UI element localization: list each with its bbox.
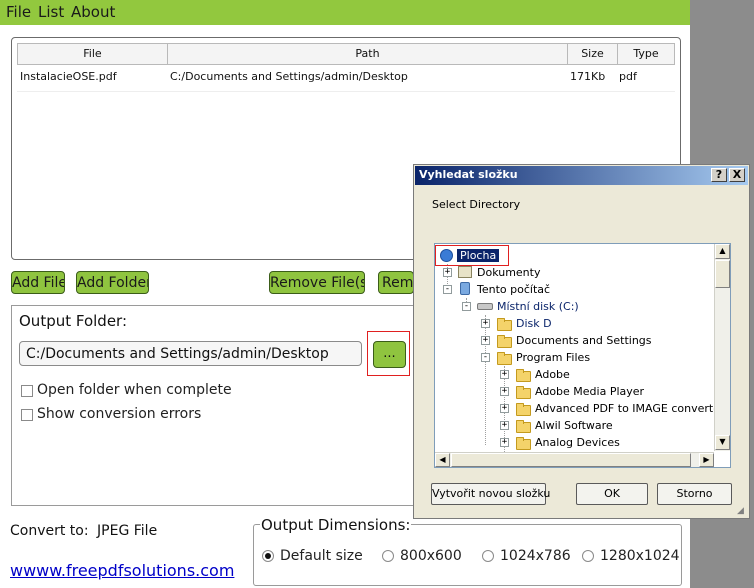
radio-800x600-label: 800x600 [400,548,462,564]
convert-to: Convert to: JPEG File [10,523,157,539]
new-folder-button[interactable]: Vytvořit novou složku [431,483,550,505]
browse-button[interactable]: ... [373,341,406,368]
folder-icon [497,318,512,331]
menu-file[interactable]: File [6,3,31,21]
computer-icon [460,282,470,295]
expand-icon[interactable]: + [481,336,490,345]
cell-file: InstalacieOSE.pdf [20,70,117,83]
expand-icon[interactable]: + [500,421,509,430]
radio-default-size-label: Default size [280,548,363,564]
desktop-icon [440,249,453,262]
output-folder-input[interactable]: C:/Documents and Settings/admin/Desktop [19,341,362,366]
expand-icon[interactable]: + [500,387,509,396]
tree-item-alwil-software[interactable]: Alwil Software [535,419,613,432]
folder-icon [516,437,531,450]
column-header-size[interactable]: Size [567,43,618,65]
tree-item-disk-d[interactable]: Disk D [516,317,552,330]
open-folder-checkbox[interactable] [21,385,33,397]
close-button[interactable]: X [729,168,745,182]
vertical-scrollbar[interactable]: ▲ ▼ [714,244,730,451]
show-errors-checkbox[interactable] [21,409,33,421]
radio-1280x1024-label: 1280x1024 [600,548,680,564]
remove-all-button[interactable]: Remo [378,271,414,294]
cell-type: pdf [619,70,637,83]
folder-icon [497,335,512,348]
row-divider [17,91,675,92]
menu-list[interactable]: List [38,3,64,21]
scroll-right-icon[interactable]: ▶ [699,453,714,467]
dialog-title: Vyhledat složku [419,168,518,181]
scroll-up-icon[interactable]: ▲ [715,244,730,259]
output-dimensions-title: Output Dimensions: [260,516,412,534]
radio-1024x786[interactable] [482,550,494,562]
collapse-icon[interactable]: - [462,302,471,311]
scroll-thumb[interactable] [715,260,730,288]
remove-files-button[interactable]: Remove File(s) [269,271,365,294]
tree-item-dokumenty[interactable]: Dokumenty [477,266,540,279]
cell-path: C:/Documents and Settings/admin/Desktop [170,70,408,83]
website-link[interactable]: wwww.freepdfsolutions.com [10,561,234,580]
expand-icon[interactable]: + [481,319,490,328]
collapse-icon[interactable]: - [443,285,452,294]
drive-icon [477,303,493,310]
folder-icon [516,386,531,399]
column-header-file[interactable]: File [17,43,168,65]
ok-button[interactable]: OK [576,483,648,505]
menu-about[interactable]: About [71,3,115,21]
cancel-button[interactable]: Storno [657,483,732,505]
tree-item-documents-and-settings[interactable]: Documents and Settings [516,334,652,347]
folder-icon [516,403,531,416]
tree-item-computer[interactable]: Tento počítač [477,283,550,296]
folder-tree[interactable]: Plocha + Dokumenty - Tento počítač - Mís… [434,243,731,468]
folder-icon [497,352,512,365]
expand-icon[interactable]: + [500,438,509,447]
tree-item-adobe-media-player[interactable]: Adobe Media Player [535,385,644,398]
scroll-thumb[interactable] [451,453,691,467]
add-folder-button[interactable]: Add Folder [76,271,149,294]
dialog-prompt: Select Directory [432,198,521,211]
convert-format: JPEG File [97,523,158,539]
expand-icon[interactable]: + [500,404,509,413]
show-errors-label: Show conversion errors [37,406,202,422]
tree-item-plocha[interactable]: Plocha [457,249,500,262]
tree-item-analog-devices[interactable]: Analog Devices [535,436,620,449]
folder-icon [516,369,531,382]
column-header-type[interactable]: Type [617,43,675,65]
convert-to-label: Convert to: [10,523,89,539]
expand-icon[interactable]: + [500,370,509,379]
radio-1024x786-label: 1024x786 [500,548,571,564]
collapse-icon[interactable]: - [481,353,490,362]
radio-default-size[interactable] [262,550,274,562]
tree-item-advanced-pdf-to-image[interactable]: Advanced PDF to IMAGE converter [535,402,725,415]
open-folder-label: Open folder when complete [37,382,232,398]
menu-bar: File List About [0,0,690,25]
resize-grip-icon[interactable]: ◢ [737,506,747,516]
radio-800x600[interactable] [382,550,394,562]
tree-item-adobe[interactable]: Adobe [535,368,570,381]
tree-item-program-files[interactable]: Program Files [516,351,590,364]
folder-icon [516,420,531,433]
cell-size: 171Kb [570,70,606,83]
add-file-button[interactable]: Add File [11,271,65,294]
documents-icon [458,266,472,278]
output-folder-label: Output Folder: [19,312,128,330]
expand-icon[interactable]: + [443,268,452,277]
tree-item-drive-c[interactable]: Místní disk (C:) [497,300,579,313]
help-button[interactable]: ? [711,168,727,182]
radio-1280x1024[interactable] [582,550,594,562]
scroll-left-icon[interactable]: ◀ [435,453,450,467]
horizontal-scrollbar[interactable]: ◀ ▶ [435,452,714,467]
scroll-down-icon[interactable]: ▼ [715,435,730,450]
column-header-path[interactable]: Path [167,43,568,65]
